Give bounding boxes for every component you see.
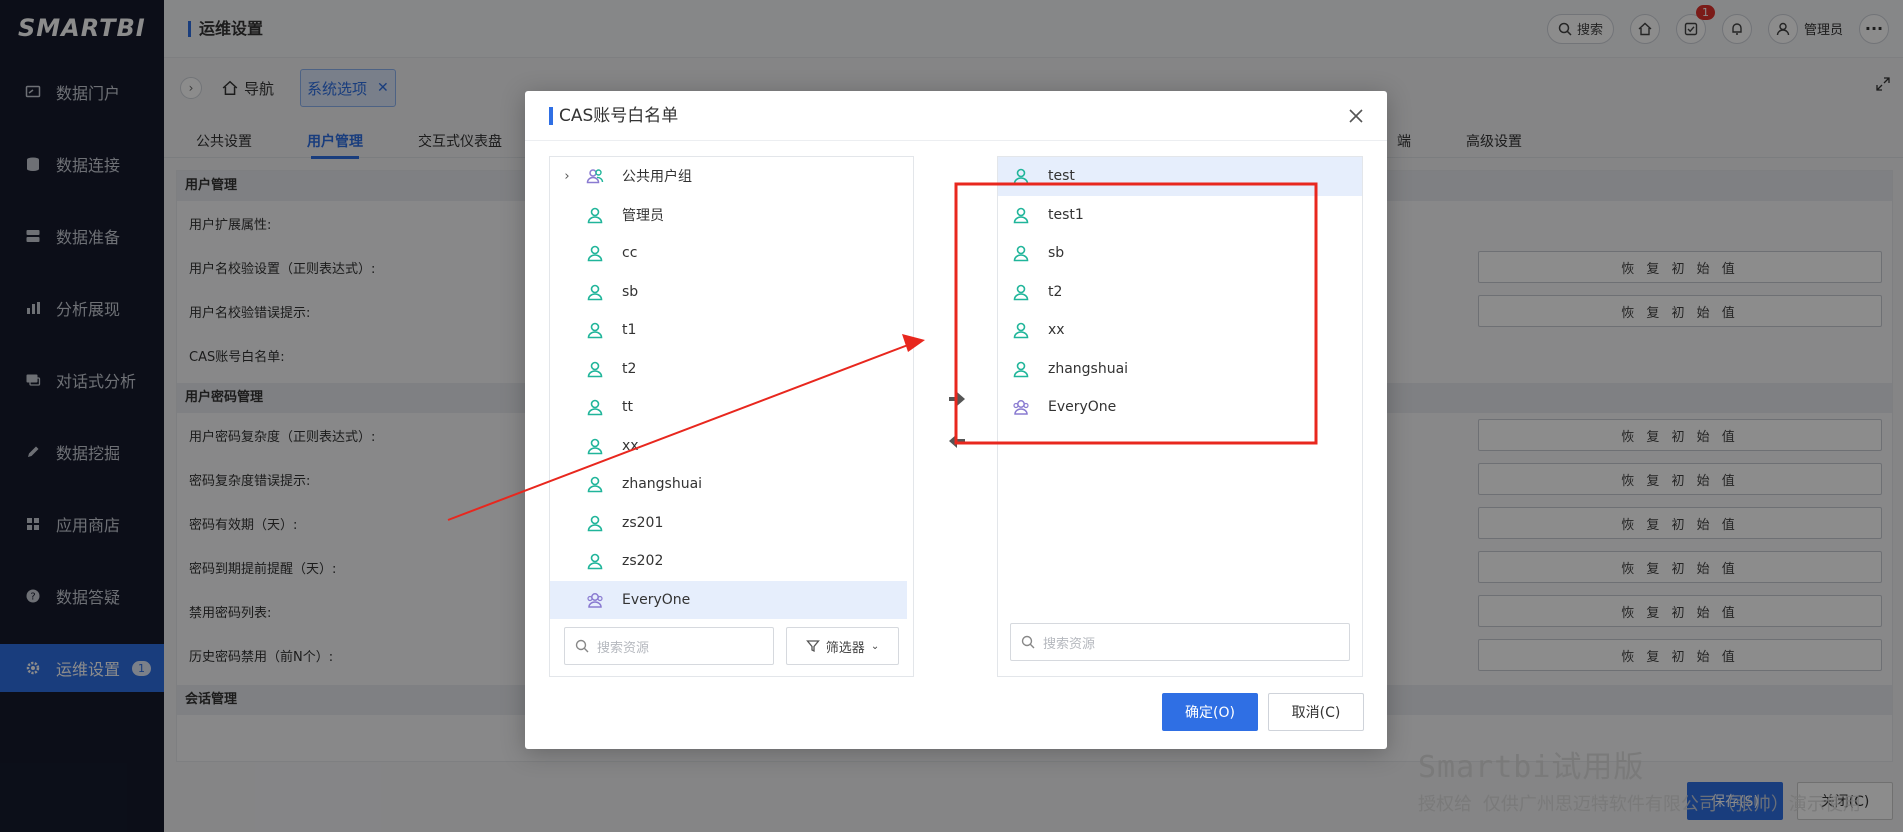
filter-label: 筛选器 — [825, 640, 865, 656]
selected-list-item[interactable]: test — [998, 157, 1362, 196]
list-item-label: EveryOne — [622, 591, 691, 608]
list-item-label: t2 — [1048, 283, 1063, 300]
available-list-item[interactable]: zhangshuai — [550, 465, 907, 504]
list-item-label: sb — [1048, 245, 1065, 262]
user-icon — [1012, 283, 1030, 301]
list-item-label: sb — [622, 283, 639, 300]
user-icon — [586, 244, 604, 262]
transfer-buttons — [949, 392, 965, 448]
list-item-label: t1 — [622, 322, 637, 339]
selected-list-item[interactable]: t2 — [998, 273, 1362, 312]
user-icon — [1012, 244, 1030, 262]
list-item-label: zhangshuai — [1048, 360, 1129, 377]
list-item-label: xx — [622, 437, 639, 454]
user-icon — [586, 321, 604, 339]
right-search-input[interactable]: 搜索资源 — [1010, 623, 1350, 661]
available-list: › 公共用户组管理员 cc sb t1 t2 tt xx zhangshuai zs201 zs20… — [550, 157, 913, 619]
available-list-item[interactable]: t2 — [550, 350, 907, 389]
user-icon — [1012, 360, 1030, 378]
user-icon — [586, 206, 604, 224]
available-list-item[interactable]: 管理员 — [550, 196, 907, 235]
list-item-label: 公共用户组 — [622, 169, 692, 186]
search-icon — [575, 639, 589, 653]
available-list-item[interactable]: t1 — [550, 311, 907, 350]
close-icon[interactable] — [1347, 107, 1365, 125]
user-group-icon — [586, 167, 604, 185]
list-item-label: test — [1048, 168, 1075, 185]
watermark-title: Smartbi试用版 — [1418, 750, 1645, 785]
available-list-item[interactable]: EveryOne — [550, 580, 907, 619]
user-icon — [586, 398, 604, 416]
chevron-down-icon: ⌄ — [870, 640, 880, 652]
watermark-subtitle: 授权给 仅供广州思迈特软件有限公司（张帅）演示使用 — [1418, 794, 1861, 815]
user-icon — [586, 475, 604, 493]
available-list-item[interactable]: tt — [550, 388, 907, 427]
available-list-item[interactable]: sb — [550, 273, 907, 312]
everyone-icon — [1012, 398, 1030, 416]
confirm-button[interactable]: 确定(O) — [1162, 693, 1258, 731]
user-icon — [1012, 167, 1030, 185]
user-icon — [586, 552, 604, 570]
user-icon — [586, 283, 604, 301]
dialog-title: CAS账号白名单 — [549, 106, 678, 125]
cancel-button[interactable]: 取消(C) — [1268, 693, 1364, 731]
list-item-label: zs201 — [622, 514, 664, 531]
list-item-label: zhangshuai — [622, 476, 703, 493]
selected-list-item[interactable]: EveryOne — [998, 388, 1362, 427]
selected-list: test test1 sb t2 xx zhangshuai EveryOne — [998, 157, 1362, 427]
selected-list-item[interactable]: test1 — [998, 196, 1362, 235]
list-item-label: EveryOne — [1048, 399, 1117, 416]
list-item-label: test1 — [1048, 206, 1084, 223]
user-icon — [1012, 206, 1030, 224]
everyone-icon — [586, 591, 604, 609]
list-item-label: zs202 — [622, 553, 664, 570]
available-list-panel: › 公共用户组管理员 cc sb t1 t2 tt xx zhangshuai zs201 zs20… — [549, 156, 914, 677]
left-search-input[interactable]: 搜索资源 — [564, 627, 774, 665]
list-item-label: cc — [622, 245, 638, 262]
filter-icon — [805, 640, 820, 653]
search-icon — [1021, 635, 1035, 649]
move-left-icon[interactable] — [949, 434, 965, 448]
selected-list-item[interactable]: xx — [998, 311, 1362, 350]
selected-list-panel: test test1 sb t2 xx zhangshuai EveryOne 搜索资源 — [997, 156, 1363, 677]
cas-whitelist-dialog: CAS账号白名单 › 公共用户组管理员 cc sb t1 t2 tt xx zhangshuai… — [525, 91, 1387, 749]
filter-button[interactable]: 筛选器 ⌄ — [786, 627, 899, 665]
selected-list-item[interactable]: zhangshuai — [998, 350, 1362, 389]
list-item-label: 管理员 — [622, 207, 664, 224]
available-list-item[interactable]: zs202 — [550, 542, 907, 581]
user-icon — [586, 360, 604, 378]
available-list-item[interactable]: › 公共用户组 — [550, 157, 907, 196]
user-icon — [586, 514, 604, 532]
selected-list-item[interactable]: sb — [998, 234, 1362, 273]
right-search-placeholder: 搜索资源 — [1043, 636, 1096, 652]
available-list-item[interactable]: cc — [550, 234, 907, 273]
dialog-header: CAS账号白名单 — [525, 91, 1387, 141]
available-list-item[interactable]: zs201 — [550, 504, 907, 543]
user-icon — [1012, 321, 1030, 339]
left-search-placeholder: 搜索资源 — [597, 640, 650, 656]
trial-watermark: Smartbi试用版 授权给 仅供广州思迈特软件有限公司（张帅）演示使用 — [1418, 742, 1861, 816]
user-icon — [586, 437, 604, 455]
list-item-label: xx — [1048, 322, 1065, 339]
list-item-label: t2 — [622, 360, 637, 377]
move-right-icon[interactable] — [949, 392, 965, 406]
available-list-item[interactable]: xx — [550, 427, 907, 466]
list-item-label: tt — [622, 399, 633, 416]
chevron-right-icon[interactable]: › — [560, 169, 574, 184]
